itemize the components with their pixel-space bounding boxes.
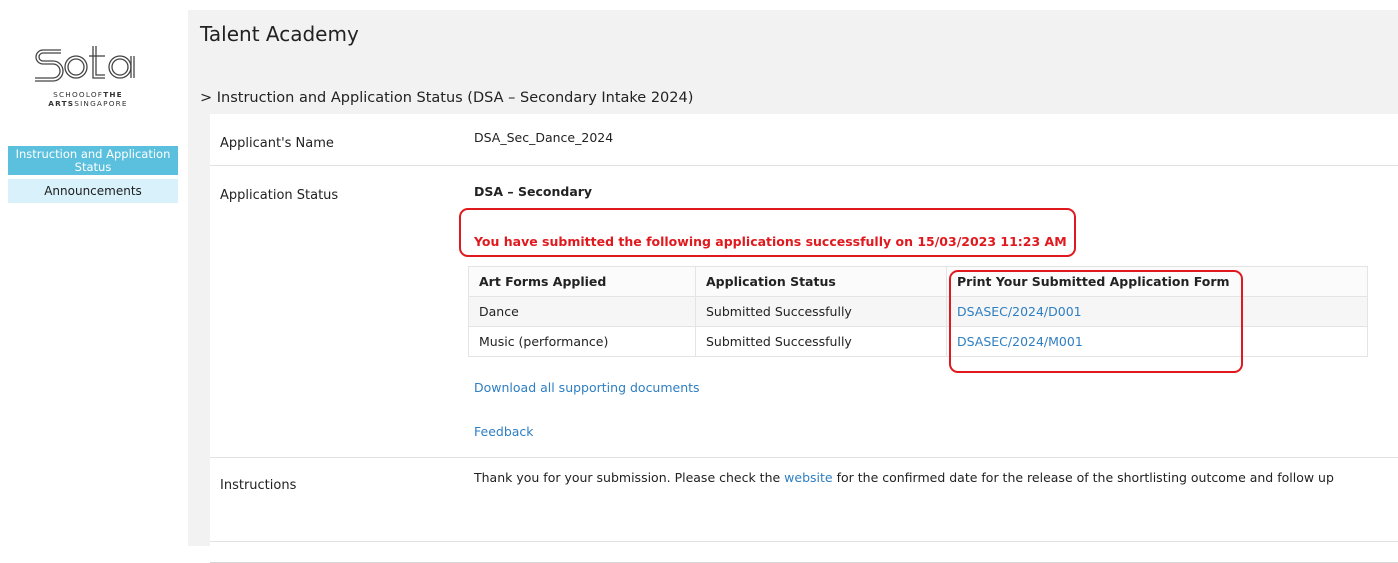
divider	[210, 165, 1398, 166]
status-cell: Submitted Successfully	[695, 296, 947, 327]
page-title: Talent Academy	[200, 22, 359, 46]
sidebar-item-announcements[interactable]: Announcements	[8, 179, 178, 203]
divider	[210, 541, 1398, 542]
highlight-box-message	[459, 208, 1076, 257]
sidebar-item-instruction-status[interactable]: Instruction and Application Status	[8, 146, 178, 175]
instructions-label: Instructions	[220, 478, 297, 493]
applicant-name-label: Applicant's Name	[220, 136, 334, 151]
breadcrumb: > Instruction and Application Status (DS…	[200, 90, 694, 106]
feedback-link[interactable]: Feedback	[474, 424, 534, 439]
sidebar: SCHOOLOFTHE ARTSSINGAPORE Instruction an…	[0, 0, 178, 546]
divider	[210, 457, 1398, 458]
sidebar-nav: Instruction and Application Status Annou…	[8, 146, 178, 203]
column-header-status: Application Status	[695, 266, 947, 297]
instructions-text-start: Thank you for your submission. Please ch…	[474, 470, 785, 485]
sota-logo: SCHOOLOFTHE ARTSSINGAPORE	[33, 44, 143, 124]
highlight-box-print-forms	[949, 270, 1243, 373]
status-cell: Submitted Successfully	[695, 326, 947, 357]
main-content: Talent Academy > Instruction and Applica…	[188, 10, 1398, 563]
instructions-text-end: for the confirmed date for the release o…	[832, 470, 1334, 485]
applicant-name-value: DSA_Sec_Dance_2024	[474, 130, 614, 145]
application-panel: Applicant's Name DSA_Sec_Dance_2024 Appl…	[210, 114, 1398, 563]
application-status-label: Application Status	[220, 188, 339, 203]
website-link[interactable]: website	[784, 470, 832, 485]
art-form-cell: Music (performance)	[468, 326, 696, 357]
success-message: You have submitted the following applica…	[474, 234, 1067, 249]
logo-text-line2: ARTSSINGAPORE	[48, 99, 128, 108]
download-documents-link[interactable]: Download all supporting documents	[474, 380, 700, 395]
column-header-art-forms: Art Forms Applied	[468, 266, 696, 297]
sidebar-item-label: Instruction and Application Status	[15, 147, 171, 174]
instructions-text: Thank you for your submission. Please ch…	[474, 470, 1334, 485]
logo-text-line1: SCHOOLOFTHE	[53, 90, 123, 99]
sota-logo-mark	[35, 46, 135, 82]
sidebar-item-label: Announcements	[44, 183, 142, 198]
programme-name: DSA – Secondary	[474, 184, 593, 199]
art-form-cell: Dance	[468, 296, 696, 327]
